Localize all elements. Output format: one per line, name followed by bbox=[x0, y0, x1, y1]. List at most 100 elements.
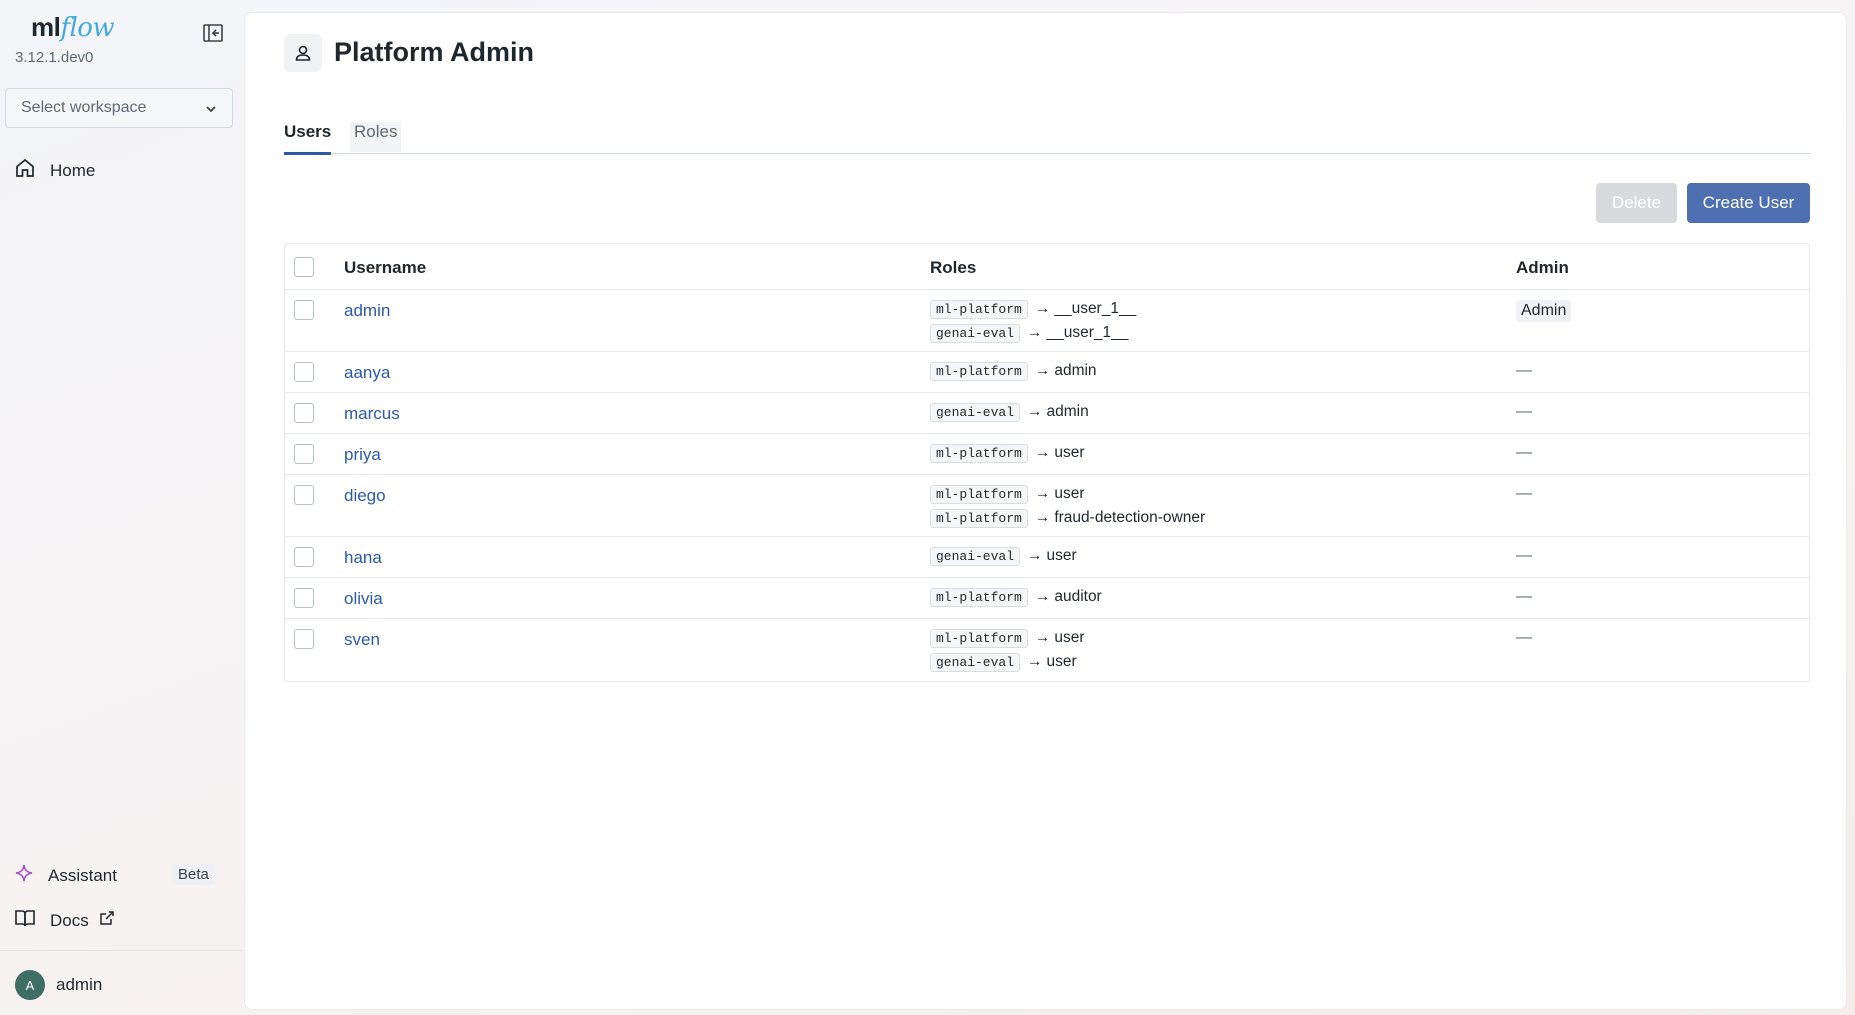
username-link[interactable]: hana bbox=[344, 548, 382, 568]
username-link[interactable]: olivia bbox=[344, 589, 383, 609]
arrow-right-icon: → bbox=[1034, 509, 1051, 526]
arrow-right-icon: → bbox=[1034, 629, 1051, 646]
role-assignment: genai-eval → __user_1__ bbox=[930, 321, 1136, 345]
workspace-code: ml-platform bbox=[930, 508, 1028, 528]
admin-badge: Admin bbox=[1516, 300, 1572, 322]
role-assignment: ml-platform → auditor bbox=[930, 585, 1102, 609]
user-menu[interactable]: A admin bbox=[15, 970, 102, 1000]
column-header-roles: Roles bbox=[930, 258, 977, 277]
table-row: marcus genai-eval → admin — bbox=[285, 393, 1809, 434]
admin-empty: — bbox=[1516, 629, 1532, 646]
avatar: A bbox=[15, 970, 45, 1000]
username-link[interactable]: priya bbox=[344, 445, 381, 465]
column-header-admin: Admin bbox=[1516, 258, 1569, 277]
sidebar-item-label: Home bbox=[50, 160, 96, 180]
arrow-right-icon: → bbox=[1027, 653, 1043, 670]
role-name: user bbox=[1046, 547, 1077, 564]
workspace-code: genai-eval bbox=[930, 652, 1021, 672]
book-icon bbox=[14, 907, 36, 934]
sidebar-item-label: Docs bbox=[50, 910, 89, 930]
roles-cell: genai-eval → user bbox=[930, 544, 1077, 568]
workspace-code: ml-platform bbox=[930, 587, 1028, 607]
table-row: sven ml-platform → user genai-eval → user — bbox=[285, 619, 1809, 681]
workspace-select[interactable]: Select workspace bbox=[5, 88, 233, 128]
sidebar-divider bbox=[0, 950, 243, 951]
row-checkbox[interactable] bbox=[294, 629, 314, 649]
row-checkbox[interactable] bbox=[294, 300, 314, 320]
role-name: user bbox=[1054, 444, 1085, 461]
admin-empty: — bbox=[1516, 588, 1532, 605]
workspace-code: ml-platform bbox=[930, 628, 1028, 648]
role-assignment: ml-platform → fraud-detection-owner bbox=[930, 506, 1205, 530]
delete-button[interactable]: Delete bbox=[1596, 183, 1677, 223]
username-link[interactable]: marcus bbox=[344, 404, 400, 424]
row-checkbox[interactable] bbox=[294, 444, 314, 464]
role-assignment: ml-platform → user bbox=[930, 441, 1084, 465]
workspace-code: ml-platform bbox=[930, 299, 1028, 319]
role-name: admin bbox=[1046, 403, 1089, 420]
row-checkbox[interactable] bbox=[294, 485, 314, 505]
workspace-code: ml-platform bbox=[930, 361, 1028, 381]
table-row: priya ml-platform → user — bbox=[285, 434, 1809, 475]
main-panel: Platform Admin Users Roles Delete Create… bbox=[244, 12, 1847, 1010]
page-title: Platform Admin bbox=[334, 37, 535, 67]
username-link[interactable]: sven bbox=[344, 630, 380, 650]
role-assignment: ml-platform → __user_1__ bbox=[930, 297, 1136, 321]
mlflow-logo[interactable]: mlflow bbox=[31, 12, 115, 43]
table-row: admin ml-platform → __user_1__ genai-eval → __… bbox=[285, 290, 1809, 352]
sidebar-item-assistant[interactable]: Assistant bbox=[14, 863, 117, 888]
role-assignment: genai-eval → admin bbox=[930, 400, 1089, 424]
role-name: fraud-detection-owner bbox=[1054, 509, 1206, 526]
table-row: diego ml-platform → user ml-platform → fraud-d… bbox=[285, 475, 1809, 537]
username-link[interactable]: admin bbox=[344, 301, 390, 321]
table-row: hana genai-eval → user — bbox=[285, 537, 1809, 578]
create-user-button[interactable]: Create User bbox=[1687, 183, 1810, 223]
roles-cell: ml-platform → user ml-platform → fraud-detect… bbox=[930, 482, 1205, 530]
username-link[interactable]: diego bbox=[344, 486, 386, 506]
table-header-row: Username Roles Admin bbox=[285, 244, 1809, 290]
sidebar-item-label: Assistant bbox=[48, 865, 117, 885]
version-label: 3.12.1.dev0 bbox=[15, 49, 94, 66]
row-checkbox[interactable] bbox=[294, 403, 314, 423]
role-assignment: ml-platform → user bbox=[930, 626, 1084, 650]
role-name: user bbox=[1054, 485, 1085, 502]
table-row: aanya ml-platform → admin — bbox=[285, 352, 1809, 393]
workspace-select-placeholder: Select workspace bbox=[21, 99, 147, 116]
username-link[interactable]: aanya bbox=[344, 363, 390, 383]
admin-empty: — bbox=[1516, 485, 1532, 502]
user-icon bbox=[284, 34, 322, 72]
role-name: user bbox=[1046, 653, 1077, 670]
role-name: __user_1__ bbox=[1046, 324, 1129, 341]
arrow-right-icon: → bbox=[1034, 444, 1051, 461]
arrow-right-icon: → bbox=[1034, 485, 1051, 502]
role-assignment: genai-eval → user bbox=[930, 650, 1084, 674]
row-checkbox[interactable] bbox=[294, 362, 314, 382]
tab-users[interactable]: Users bbox=[284, 122, 332, 155]
tab-roles[interactable]: Roles bbox=[350, 122, 402, 152]
role-assignment: ml-platform → user bbox=[930, 482, 1205, 506]
collapse-sidebar-icon[interactable] bbox=[201, 21, 225, 45]
sparkle-icon bbox=[14, 863, 34, 888]
beta-badge: Beta bbox=[172, 864, 215, 885]
chevron-down-icon bbox=[204, 102, 218, 121]
role-name: user bbox=[1054, 629, 1085, 646]
select-all-checkbox[interactable] bbox=[294, 257, 314, 277]
workspace-code: ml-platform bbox=[930, 484, 1028, 504]
row-checkbox[interactable] bbox=[294, 547, 314, 567]
row-checkbox[interactable] bbox=[294, 588, 314, 608]
roles-cell: ml-platform → user bbox=[930, 441, 1084, 465]
arrow-right-icon: → bbox=[1034, 300, 1051, 317]
sidebar-item-docs[interactable]: Docs bbox=[14, 907, 115, 934]
admin-empty: — bbox=[1516, 444, 1532, 461]
arrow-right-icon: → bbox=[1027, 324, 1043, 341]
arrow-right-icon: → bbox=[1027, 547, 1043, 564]
users-table: Username Roles Admin admin ml-platform → __… bbox=[284, 243, 1810, 682]
roles-cell: ml-platform → __user_1__ genai-eval → __user_… bbox=[930, 297, 1136, 345]
role-name: __user_1__ bbox=[1054, 300, 1137, 317]
external-link-icon bbox=[99, 910, 115, 931]
admin-empty: — bbox=[1516, 362, 1532, 379]
role-name: admin bbox=[1054, 362, 1097, 379]
sidebar-item-home[interactable]: Home bbox=[14, 157, 95, 184]
column-header-username: Username bbox=[344, 258, 427, 277]
arrow-right-icon: → bbox=[1034, 362, 1051, 379]
